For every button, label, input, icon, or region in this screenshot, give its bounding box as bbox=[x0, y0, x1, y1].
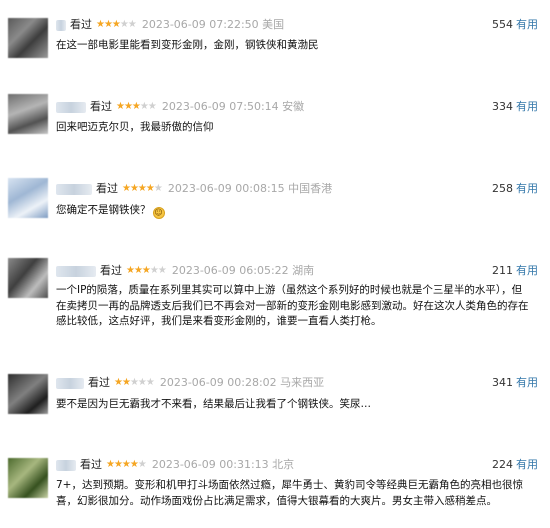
avatar[interactable] bbox=[8, 178, 48, 218]
useful-button[interactable]: 有用 bbox=[516, 100, 538, 113]
vote-count: 211 bbox=[492, 264, 513, 277]
watch-status: 看过 bbox=[90, 100, 112, 113]
comment-meta: 看过 ★★★★★ 2023-06-09 07:22:50 美国 bbox=[56, 17, 284, 33]
votes: 334 有用 bbox=[492, 99, 538, 115]
useful-button[interactable]: 有用 bbox=[516, 182, 538, 195]
useful-button[interactable]: 有用 bbox=[516, 264, 538, 277]
votes: 211 有用 bbox=[492, 263, 538, 279]
watch-status: 看过 bbox=[80, 458, 102, 471]
comment-text-row: 您确定不是钢铁侠？ ☺ bbox=[56, 203, 532, 219]
comment-meta: 看过 ★★★★★ 2023-06-09 00:31:13 北京 bbox=[56, 457, 294, 473]
rating-stars: ★★★★★ bbox=[114, 377, 155, 388]
useful-button[interactable]: 有用 bbox=[516, 458, 538, 471]
vote-count: 258 bbox=[492, 182, 513, 195]
username[interactable] bbox=[56, 101, 86, 113]
avatar[interactable] bbox=[8, 258, 48, 298]
votes: 341 有用 bbox=[492, 375, 538, 391]
comment-text: 在这一部电影里能看到变形金刚，金刚，钢铁侠和黄渤民 bbox=[56, 39, 319, 51]
username[interactable] bbox=[56, 377, 84, 389]
rating-stars: ★★★★★ bbox=[96, 19, 137, 30]
vote-count: 224 bbox=[492, 458, 513, 471]
watch-status: 看过 bbox=[100, 264, 122, 277]
smiley-emoji-icon: ☺ bbox=[152, 207, 165, 219]
comment-list: 看过 ★★★★★ 2023-06-09 07:22:50 美国 554 有用 在这一部… bbox=[0, 0, 550, 528]
watch-status: 看过 bbox=[88, 376, 110, 389]
useful-button[interactable]: 有用 bbox=[516, 376, 538, 389]
rating-stars: ★★★★★ bbox=[106, 459, 147, 470]
comment-time: 2023-06-09 07:22:50 美国 bbox=[141, 18, 285, 31]
votes: 224 有用 bbox=[492, 457, 538, 473]
vote-count: 341 bbox=[492, 376, 513, 389]
watch-status: 看过 bbox=[96, 182, 118, 195]
rating-stars: ★★★★★ bbox=[126, 265, 167, 276]
avatar[interactable] bbox=[8, 18, 48, 58]
comment-text: 7+，达到预期。变形和机甲打斗场面依然过瘾，犀牛勇士、黄豹司令等经典巨无霸角色的… bbox=[56, 479, 523, 507]
comment-time: 2023-06-09 00:08:15 中国香港 bbox=[167, 182, 333, 195]
comment-text: 您确定不是钢铁侠？ bbox=[56, 204, 151, 216]
comment-time: 2023-06-09 07:50:14 安徽 bbox=[161, 100, 305, 113]
comment-meta: 看过 ★★★★★ 2023-06-09 07:50:14 安徽 bbox=[56, 99, 304, 115]
comment-time: 2023-06-09 00:28:02 马来西亚 bbox=[159, 376, 325, 389]
comment-time: 2023-06-09 06:05:22 湖南 bbox=[171, 264, 315, 277]
comment-meta: 看过 ★★★★★ 2023-06-09 00:28:02 马来西亚 bbox=[56, 375, 324, 391]
comment-meta: 看过 ★★★★★ 2023-06-09 00:08:15 中国香港 bbox=[56, 181, 332, 197]
username[interactable] bbox=[56, 183, 92, 195]
comment-text: 回来吧迈克尔贝，我最骄傲的信仰 bbox=[56, 121, 214, 133]
username[interactable] bbox=[56, 19, 66, 31]
avatar[interactable] bbox=[8, 94, 48, 134]
vote-count: 334 bbox=[492, 100, 513, 113]
votes: 554 有用 bbox=[492, 17, 538, 33]
comment-text: 一个IP的陨落，质量在系列里其实可以算中上游（虽然这个系列好的时候也就是个三星半… bbox=[56, 284, 529, 327]
rating-stars: ★★★★★ bbox=[116, 101, 157, 112]
watch-status: 看过 bbox=[70, 18, 92, 31]
votes: 258 有用 bbox=[492, 181, 538, 197]
comment-text: 要不是因为巨无霸我才不来看，结果最后让我看了个钢铁侠。笑尿… bbox=[56, 398, 371, 410]
username[interactable] bbox=[56, 265, 96, 277]
comment-meta: 看过 ★★★★★ 2023-06-09 06:05:22 湖南 bbox=[56, 263, 314, 279]
useful-button[interactable]: 有用 bbox=[516, 18, 538, 31]
avatar[interactable] bbox=[8, 458, 48, 498]
comment-time: 2023-06-09 00:31:13 北京 bbox=[151, 458, 295, 471]
avatar[interactable] bbox=[8, 374, 48, 414]
rating-stars: ★★★★★ bbox=[122, 183, 163, 194]
vote-count: 554 bbox=[492, 18, 513, 31]
username[interactable] bbox=[56, 459, 76, 471]
